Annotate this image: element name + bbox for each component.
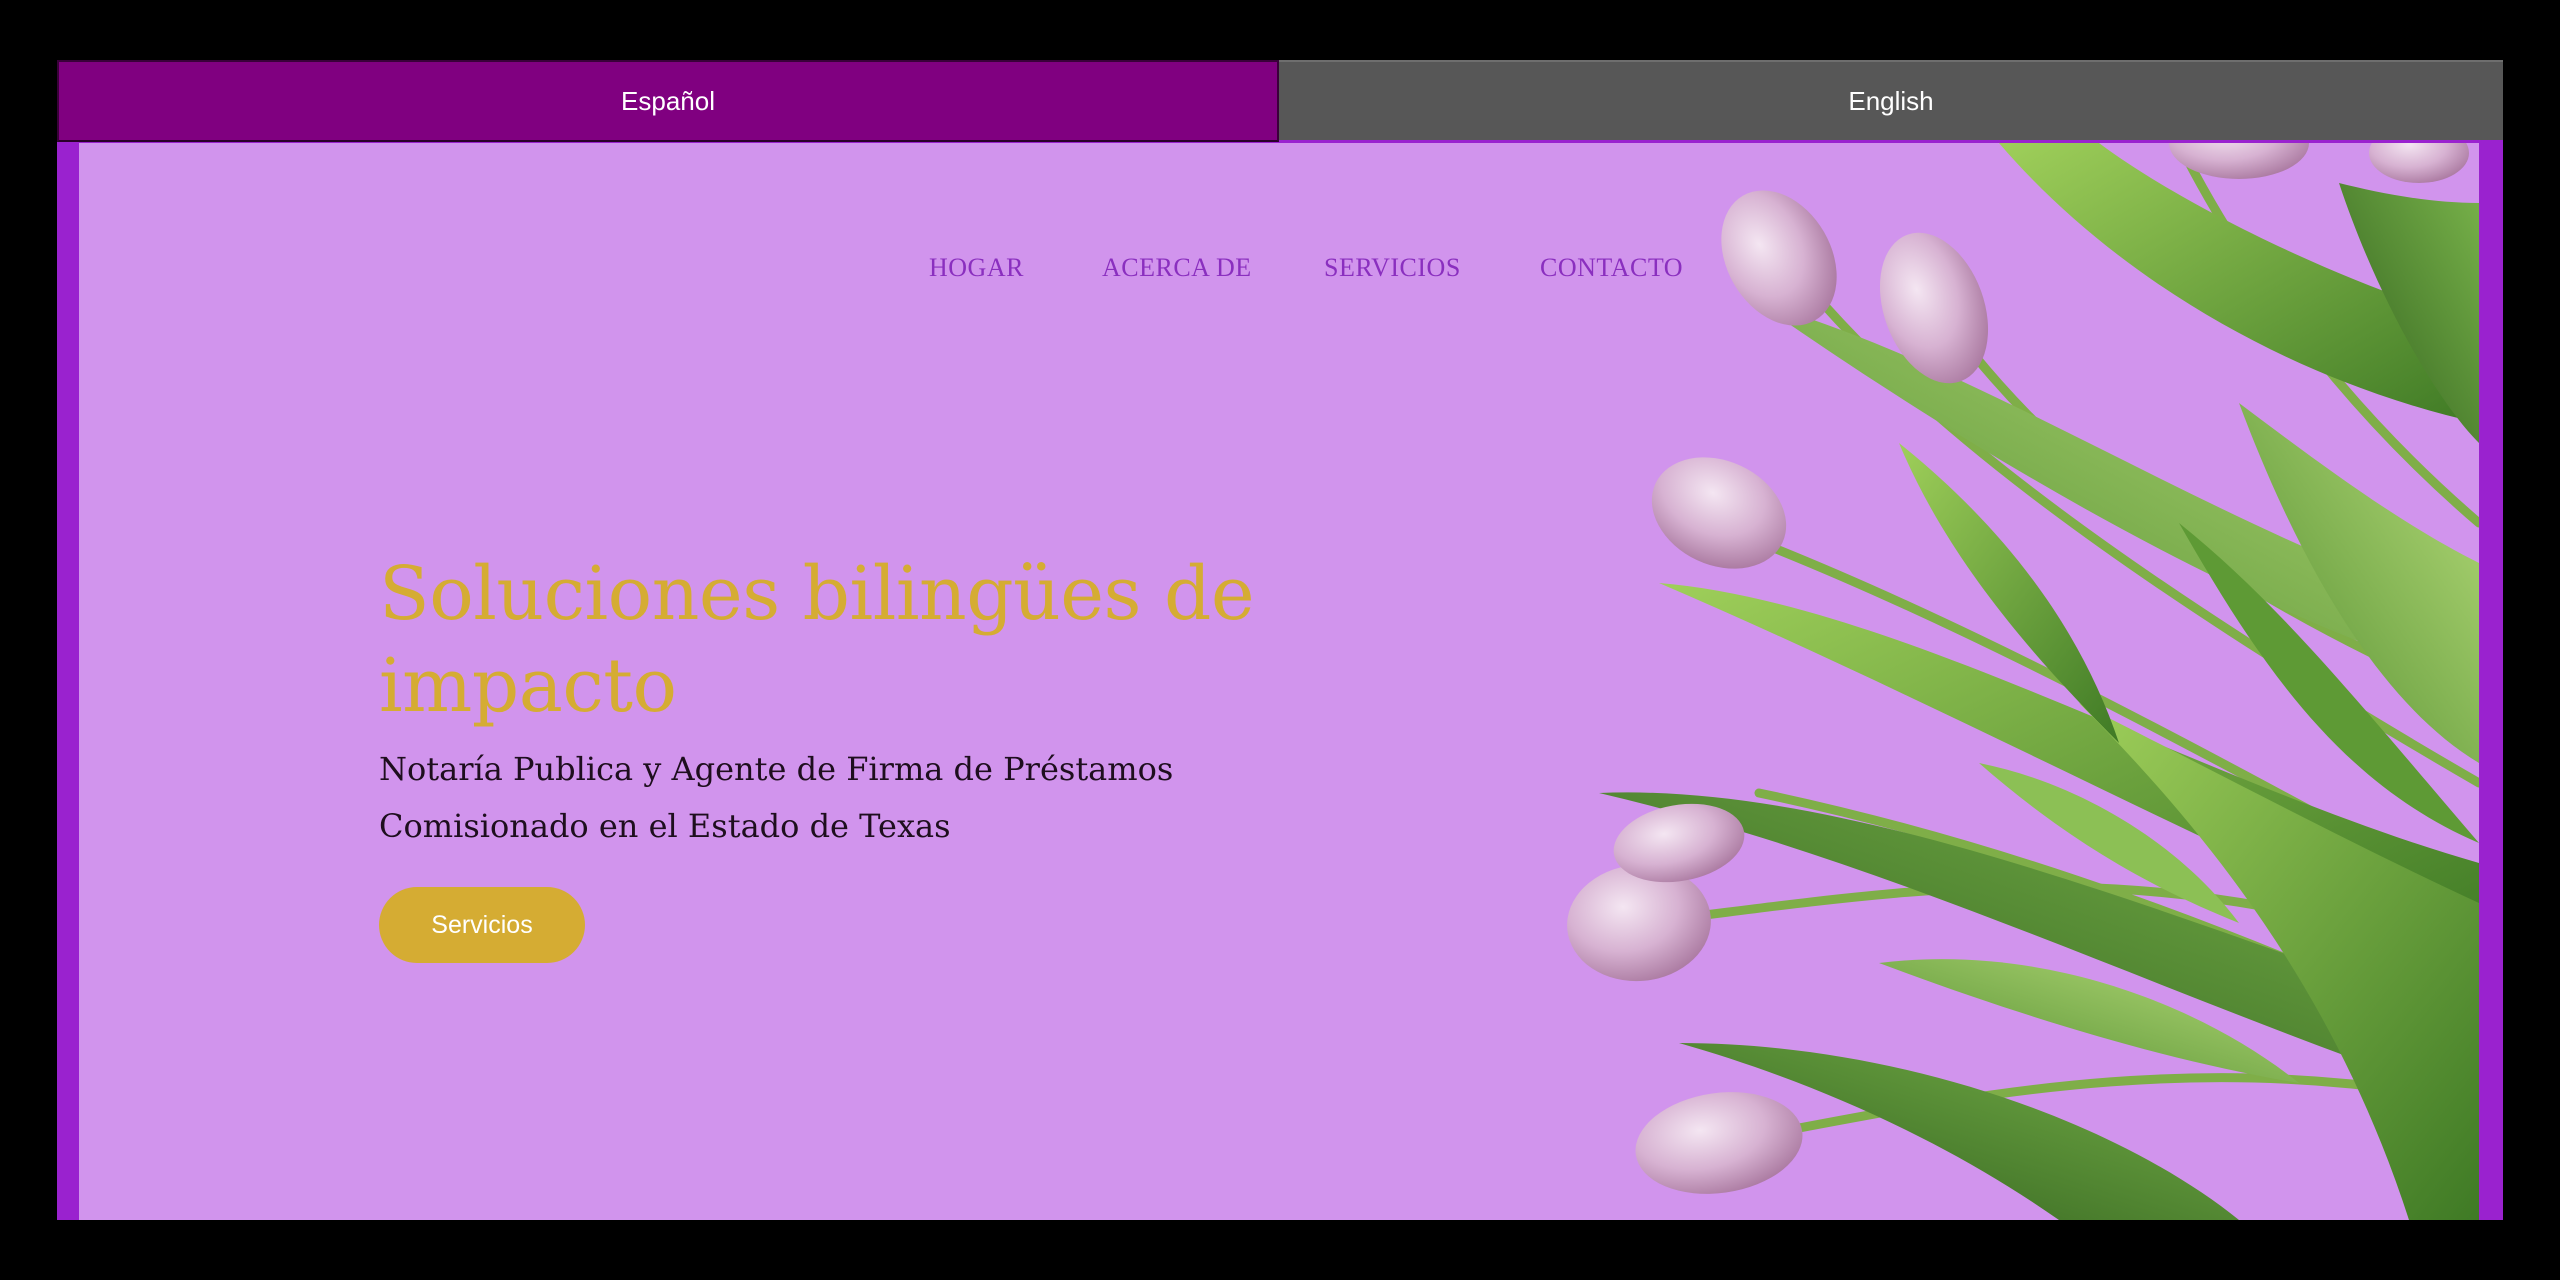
tulip-bouquet-image (1567, 143, 2479, 1220)
nav-link-services[interactable]: SERVICIOS (1324, 253, 1461, 283)
hero-section: HOGAR ACERCA DE SERVICIOS CONTACTO Soluc… (79, 143, 2479, 1220)
site-frame: Español English HOGAR ACERCA DE SERVICIO… (57, 60, 2503, 1220)
services-button[interactable]: Servicios (379, 887, 585, 963)
nav-link-about[interactable]: ACERCA DE (1102, 253, 1252, 283)
language-tab-spanish[interactable]: Español (57, 60, 1279, 142)
language-switcher: Español English (57, 60, 2503, 142)
nav-link-home[interactable]: HOGAR (929, 253, 1024, 283)
hero-subline: Notaría Publica y Agente de Firma de Pré… (379, 750, 1174, 845)
language-tab-english[interactable]: English (1279, 60, 2503, 142)
hero-headline: Soluciones bilingües de impacto (379, 551, 1255, 729)
